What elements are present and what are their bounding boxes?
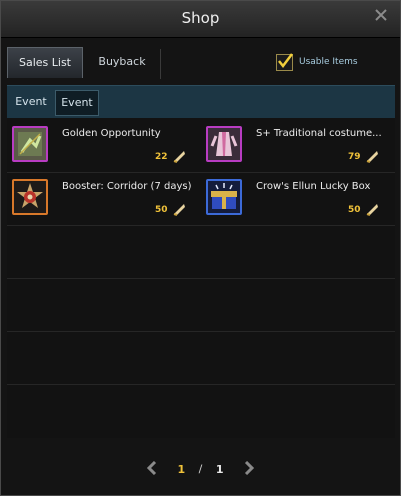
usable-items-checkbox[interactable] xyxy=(276,52,293,71)
coin-icon xyxy=(365,148,379,163)
pagination-bar: 1 / 1 xyxy=(1,441,400,495)
checkmark-icon xyxy=(278,52,293,68)
chevron-left-icon[interactable] xyxy=(146,460,158,478)
row-divider xyxy=(7,384,395,385)
item-price: 79 xyxy=(348,152,361,162)
golden-opportunity-icon[interactable] xyxy=(12,126,48,162)
item-name: S+ Traditional costume... xyxy=(256,128,382,139)
shop-item[interactable]: Booster: Corridor (7 days) 50 xyxy=(7,173,199,223)
tab-sales-list[interactable]: Sales List xyxy=(7,47,83,78)
row-divider xyxy=(7,331,395,332)
item-name: Golden Opportunity xyxy=(62,128,161,139)
close-icon[interactable] xyxy=(374,8,388,26)
item-name: Booster: Corridor (7 days) xyxy=(62,181,192,192)
shop-item[interactable]: S+ Traditional costume... 79 xyxy=(201,120,393,170)
item-price: 50 xyxy=(155,205,168,215)
tab-divider xyxy=(160,49,161,79)
subtab-event-2-label: Event xyxy=(61,96,93,109)
subtab-event-1-label: Event xyxy=(15,95,47,108)
row-divider xyxy=(7,278,395,279)
booster-medal-icon[interactable] xyxy=(12,179,48,215)
item-price: 50 xyxy=(348,205,361,215)
subtab-event-2[interactable]: Event xyxy=(55,90,99,116)
usable-items-toggle[interactable]: Usable Items xyxy=(276,52,358,72)
item-grid: Golden Opportunity 22 S+ Traditional cos… xyxy=(7,118,395,438)
lucky-box-icon[interactable] xyxy=(206,179,242,215)
main-tabs: Sales List Buyback Usable Items xyxy=(7,45,395,81)
window-title: Shop xyxy=(181,9,220,27)
tab-buyback[interactable]: Buyback xyxy=(87,47,157,77)
subtab-event-1[interactable]: Event xyxy=(11,90,51,114)
shop-window: Shop Sales List Buyback Usable Items Eve… xyxy=(0,0,401,496)
coin-icon xyxy=(172,201,186,216)
title-bar[interactable]: Shop xyxy=(1,1,400,38)
usable-items-label: Usable Items xyxy=(299,57,358,67)
item-name: Crow's Ellun Lucky Box xyxy=(256,181,371,192)
traditional-costume-icon[interactable] xyxy=(206,126,242,162)
item-price: 22 xyxy=(155,152,168,162)
current-page: 1 xyxy=(177,462,186,476)
shop-item[interactable]: Golden Opportunity 22 xyxy=(7,120,199,170)
total-pages: 1 xyxy=(215,462,224,476)
shop-item[interactable]: Crow's Ellun Lucky Box 50 xyxy=(201,173,393,223)
category-tabs: Event Event xyxy=(7,85,395,118)
tab-sales-list-label: Sales List xyxy=(18,56,71,69)
tab-buyback-label: Buyback xyxy=(98,55,146,68)
pagination: 1 / 1 xyxy=(1,460,400,478)
coin-icon xyxy=(365,201,379,216)
page-separator: / xyxy=(198,462,203,476)
coin-icon xyxy=(172,148,186,163)
row-divider xyxy=(7,225,395,226)
chevron-right-icon[interactable] xyxy=(243,460,255,478)
